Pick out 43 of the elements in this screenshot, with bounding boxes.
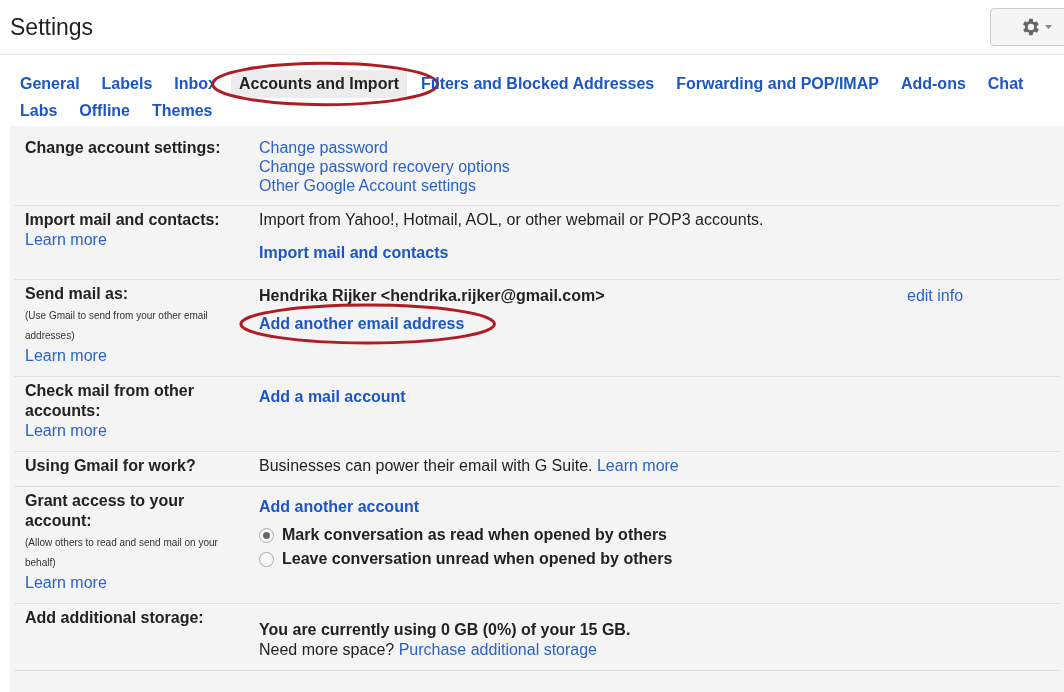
settings-link[interactable]: Change password recovery options — [259, 157, 1049, 176]
settings-tab[interactable]: Chat — [979, 69, 1032, 98]
description-text: Import from Yahoo!, Hotmail, AOL, or other webmail or POP3 accounts. — [259, 210, 765, 229]
learn-more-link[interactable]: Learn more — [25, 421, 247, 441]
radio-button[interactable] — [259, 527, 274, 543]
caret-icon — [1045, 25, 1052, 29]
settings-tab[interactable]: Forwarding and POP/IMAP — [668, 69, 887, 98]
settings-tab[interactable]: Themes — [144, 96, 221, 125]
learn-more-link[interactable]: Learn more — [25, 573, 247, 593]
action-link[interactable]: Add a mail account — [259, 388, 406, 405]
section-label: Check mail from other accounts: — [25, 381, 195, 421]
learn-more-link[interactable]: Learn more — [596, 457, 679, 474]
settings-tab[interactable]: General — [12, 69, 88, 98]
radio-button[interactable] — [259, 551, 274, 567]
section-label: Add additional storage: — [25, 608, 205, 628]
sender-identity: Hendrika Rijker <hendrika.rijker@gmail.com> — [259, 286, 606, 306]
section-label: Send mail as: — [25, 284, 130, 304]
section-note: (Allow others to read and send mail on your behalf) — [25, 536, 219, 570]
settings-tab[interactable]: Add-ons — [892, 69, 974, 98]
settings-tab[interactable]: Offline — [71, 96, 138, 125]
edit-info-link[interactable]: edit info — [907, 284, 964, 308]
section-label: Using Gmail for work? — [25, 456, 197, 476]
learn-more-link[interactable]: Purchase additional storage — [398, 641, 597, 658]
section-label: Change account settings: — [25, 138, 222, 158]
settings-link[interactable]: Change password — [259, 138, 1049, 157]
radio-label: Leave conversation unread when opened by others — [282, 549, 673, 569]
radio-label: Mark conversation as read when opened by others — [282, 525, 667, 545]
description-text: Businesses can power their email with G Suite. — [259, 457, 593, 474]
learn-more-link[interactable]: Learn more — [25, 230, 247, 250]
page-title: Settings — [10, 12, 94, 42]
settings-tab[interactable]: Labs — [12, 96, 66, 125]
action-link[interactable]: Add another account — [259, 498, 419, 515]
settings-tab[interactable]: Labels — [93, 69, 161, 98]
settings-link[interactable]: Other Google Account settings — [259, 176, 1049, 195]
description-text: Need more space? — [259, 641, 395, 658]
section-note: (Use Gmail to send from your other email addresses) — [25, 309, 209, 343]
settings-button[interactable] — [990, 8, 1064, 46]
learn-more-link[interactable]: Learn more — [25, 346, 247, 366]
section-label: Import mail and contacts: — [25, 210, 221, 230]
action-link[interactable]: Import mail and contacts — [259, 244, 449, 261]
settings-tab[interactable]: Accounts and Import — [230, 69, 407, 98]
section-label: Grant access to your account: — [25, 491, 186, 531]
storage-usage-text: You are currently using 0 GB (0%) of your 15 GB. — [259, 620, 632, 640]
